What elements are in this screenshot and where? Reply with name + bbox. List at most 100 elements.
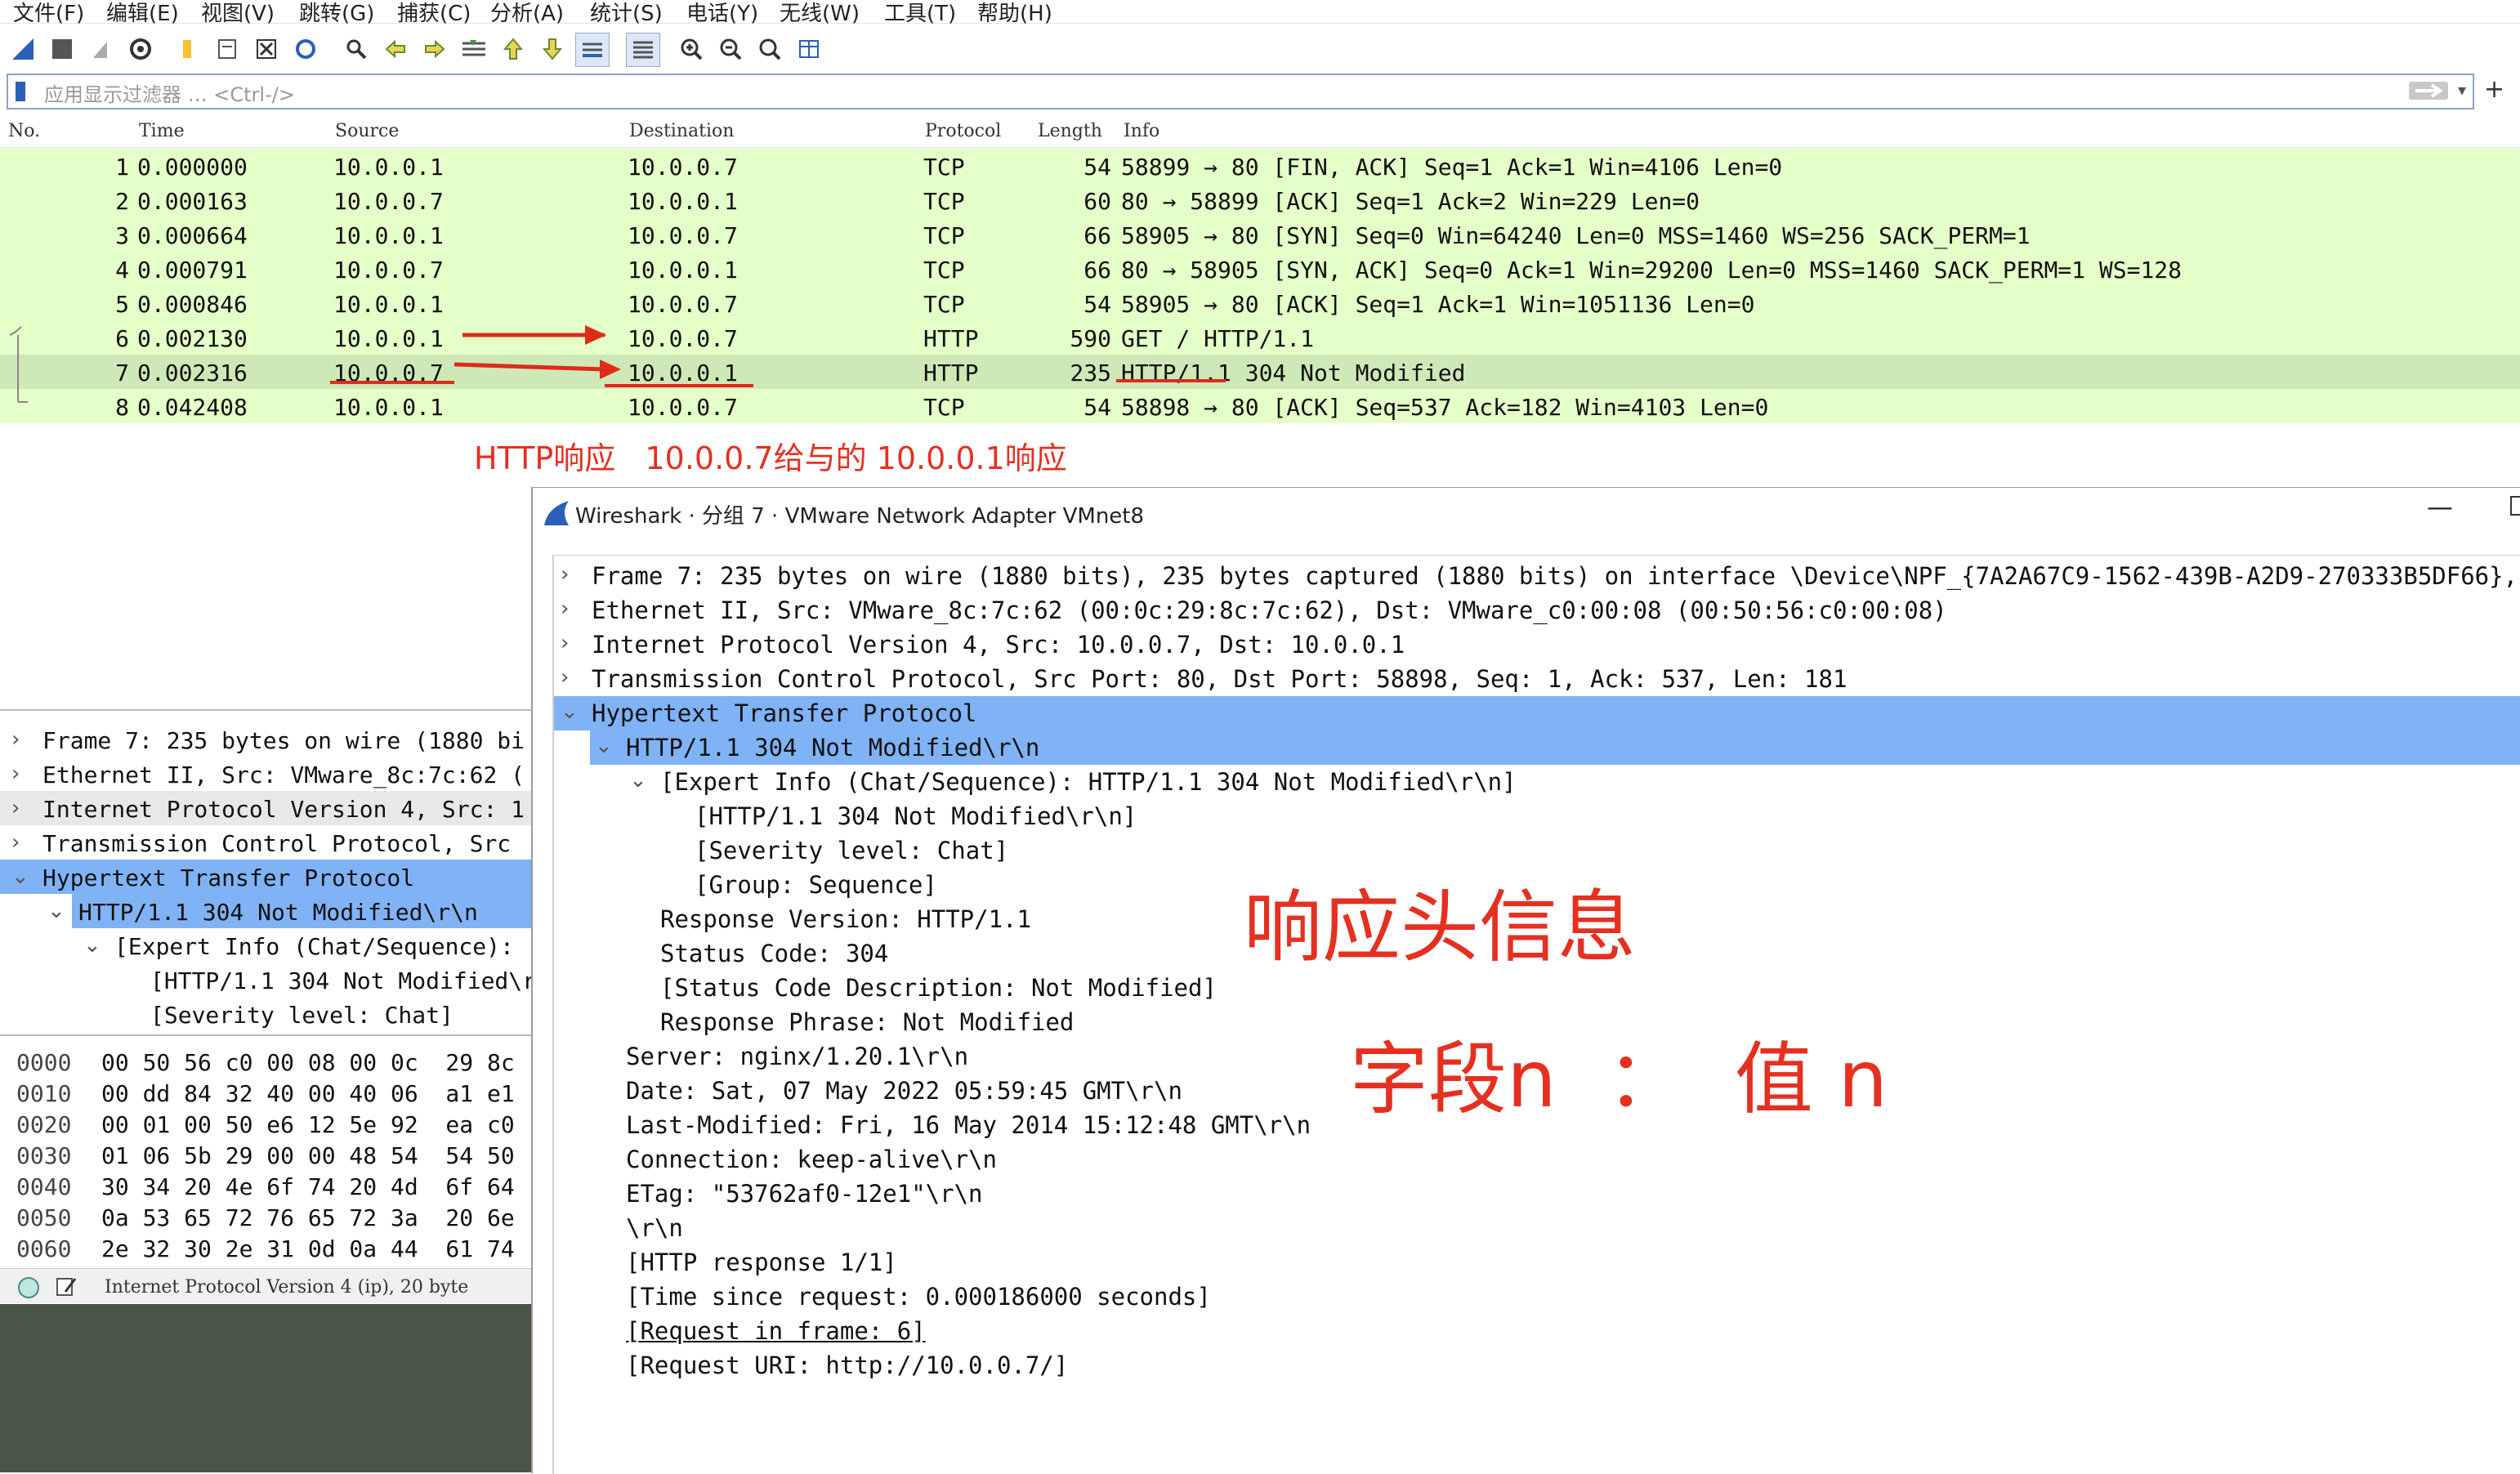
find-packet-icon[interactable] <box>340 33 373 65</box>
detail-row[interactable]: › Transmission Control Protocol, Src Port… <box>554 662 2520 696</box>
go-first-packet-icon[interactable] <box>497 33 529 65</box>
display-filter-input[interactable]: 应用显示过滤器 … <Ctrl-/> <box>44 78 295 107</box>
detail-row[interactable]: ⌄ Hypertext Transfer Protocol <box>0 860 531 894</box>
expand-chevron-icon[interactable]: › <box>11 796 20 820</box>
expand-chevron-icon[interactable]: › <box>11 727 20 752</box>
packet-row[interactable]: 3 0.000664 10.0.0.1 10.0.0.7 TCP 66 58905 → 80… <box>0 217 2520 252</box>
hex-row[interactable]: 0030 01 06 5b 29 00 00 48 54 54 50 <box>0 1141 531 1172</box>
save-file-icon[interactable] <box>211 33 244 65</box>
expand-chevron-icon[interactable]: ⌄ <box>629 768 647 793</box>
open-file-icon[interactable] <box>172 33 204 65</box>
colorize-icon[interactable] <box>626 33 660 67</box>
hex-row[interactable]: 0000 00 50 56 c0 00 08 00 0c 29 8c <box>0 1047 531 1079</box>
packet-row[interactable]: 1 0.000000 10.0.0.1 10.0.0.7 TCP 54 58899 → 80… <box>0 149 2520 183</box>
bookmark-icon[interactable] <box>13 80 29 103</box>
detail-row[interactable]: › Internet Protocol Version 4, Src: 1 <box>0 791 531 825</box>
expand-chevron-icon[interactable]: ⌄ <box>83 933 101 958</box>
restart-capture-icon[interactable] <box>85 33 118 65</box>
go-back-icon[interactable] <box>379 33 412 65</box>
expand-chevron-icon[interactable]: › <box>11 762 20 786</box>
detail-row[interactable]: [Time since request: 0.000186000 seconds… <box>554 1280 2520 1314</box>
close-file-icon[interactable] <box>250 33 283 65</box>
shark-fin-start-icon[interactable] <box>7 33 39 65</box>
packet-time: 0.000791 <box>137 257 248 284</box>
detail-row[interactable]: [Severity level: Chat] <box>0 997 531 1031</box>
expand-chevron-icon[interactable]: ⌄ <box>11 864 29 889</box>
auto-scroll-icon[interactable] <box>575 33 610 67</box>
expand-chevron-icon[interactable]: › <box>561 631 569 655</box>
hex-row[interactable]: 0050 0a 53 65 72 76 65 72 3a 20 6e <box>0 1203 531 1234</box>
detail-row[interactable]: [HTTP/1.1 304 Not Modified\r <box>0 963 531 997</box>
detail-row[interactable]: ⌄ [Expert Info (Chat/Sequence): HTTP/1.1 … <box>554 765 2520 799</box>
detail-row[interactable]: › Internet Protocol Version 4, Src: 10.0.… <box>554 628 2520 662</box>
hex-row[interactable]: 0010 00 dd 84 32 40 00 40 06 a1 e1 <box>0 1079 531 1110</box>
normal-size-icon[interactable] <box>753 33 786 65</box>
packet-no: 3 <box>115 222 129 249</box>
detail-row[interactable]: [Request URI: http://10.0.0.7/] <box>554 1348 2520 1382</box>
expand-chevron-icon[interactable]: › <box>561 596 569 621</box>
filter-dropdown-icon[interactable]: ▾ <box>2458 80 2466 100</box>
packet-row[interactable]: 2 0.000163 10.0.0.7 10.0.0.1 TCP 60 80 → 58899… <box>0 183 2520 217</box>
menu-item[interactable]: 电话(Y) <box>686 0 758 27</box>
col-time[interactable]: Time <box>139 121 185 141</box>
menu-item[interactable]: 视图(V) <box>201 0 275 27</box>
menu-item[interactable]: 工具(T) <box>884 0 956 27</box>
col-no[interactable]: No. <box>8 121 40 141</box>
detail-row[interactable]: ⌄ HTTP/1.1 304 Not Modified\r\n <box>0 894 531 928</box>
detail-row[interactable]: ⌄ Hypertext Transfer Protocol <box>554 696 2520 730</box>
menu-item[interactable]: 文件(F) <box>13 0 84 27</box>
stop-capture-icon[interactable] <box>46 33 78 65</box>
packet-row[interactable]: 4 0.000791 10.0.0.7 10.0.0.1 TCP 66 80 → 58905… <box>0 252 2520 286</box>
request-frame-link[interactable]: [Request in frame: 6] <box>626 1317 926 1345</box>
menu-item[interactable]: 统计(S) <box>590 0 663 27</box>
maximize-button[interactable] <box>2510 496 2520 516</box>
expand-chevron-icon[interactable]: ⌄ <box>47 899 65 923</box>
hex-row[interactable]: 0040 30 34 20 4e 6f 74 20 4d 6f 64 <box>0 1172 531 1203</box>
expand-chevron-icon[interactable]: › <box>561 665 569 690</box>
expand-chevron-icon[interactable]: ⌄ <box>561 699 579 724</box>
resize-columns-icon[interactable] <box>793 33 825 65</box>
detail-row[interactable]: ⌄ HTTP/1.1 304 Not Modified\r\n <box>554 730 2520 765</box>
col-destination[interactable]: Destination <box>629 121 734 141</box>
detail-row[interactable]: Connection: keep-alive\r\n <box>554 1142 2520 1177</box>
detail-row[interactable]: › Ethernet II, Src: VMware_8c:7c:62 (00:0… <box>554 593 2520 628</box>
detail-row[interactable]: \r\n <box>554 1211 2520 1245</box>
zoom-out-icon[interactable] <box>714 33 747 65</box>
menu-item[interactable]: 分析(A) <box>490 0 564 27</box>
edit-comment-icon[interactable] <box>54 1274 78 1298</box>
reload-icon[interactable] <box>289 33 322 65</box>
detail-row[interactable]: › Frame 7: 235 bytes on wire (1880 bi <box>0 722 531 757</box>
expand-chevron-icon[interactable]: › <box>561 562 569 587</box>
menu-item[interactable]: 跳转(G) <box>299 0 374 27</box>
detail-row[interactable]: › Ethernet II, Src: VMware_8c:7c:62 ( <box>0 757 531 791</box>
go-to-packet-icon[interactable] <box>458 33 490 65</box>
detail-row[interactable]: › Frame 7: 235 bytes on wire (1880 bits),… <box>554 559 2520 593</box>
menu-item[interactable]: 无线(W) <box>780 0 860 27</box>
detail-row[interactable]: [HTTP response 1/1] <box>554 1245 2520 1280</box>
detail-row[interactable]: ⌄ [Expert Info (Chat/Sequence): <box>0 928 531 963</box>
col-source[interactable]: Source <box>335 121 399 141</box>
hex-row[interactable]: 0020 00 01 00 50 e6 12 5e 92 ea c0 <box>0 1110 531 1141</box>
hex-row[interactable]: 0060 2e 32 30 2e 31 0d 0a 44 61 74 <box>0 1234 531 1265</box>
menu-item[interactable]: 编辑(E) <box>106 0 179 27</box>
detail-row[interactable]: › Transmission Control Protocol, Src <box>0 825 531 860</box>
go-last-packet-icon[interactable] <box>536 33 569 65</box>
capture-status-icon[interactable] <box>16 1275 41 1300</box>
expand-chevron-icon[interactable]: › <box>11 830 20 855</box>
detail-row[interactable]: [Request in frame: 6] <box>554 1314 2520 1348</box>
col-length[interactable]: Length <box>1038 121 1102 141</box>
menu-item[interactable]: 帮助(H) <box>977 0 1052 27</box>
col-protocol[interactable]: Protocol <box>925 121 1001 141</box>
menu-item[interactable]: 捕获(C) <box>397 0 471 27</box>
zoom-in-icon[interactable] <box>675 33 708 65</box>
add-filter-icon[interactable]: + <box>2484 75 2504 104</box>
detail-row[interactable]: [Severity level: Chat] <box>554 833 2520 868</box>
apply-filter-icon[interactable] <box>2409 82 2448 100</box>
capture-options-icon[interactable] <box>124 33 157 65</box>
detail-row[interactable]: ETag: "53762af0-12e1"\r\n <box>554 1177 2520 1211</box>
expand-chevron-icon[interactable]: ⌄ <box>595 734 613 758</box>
minimize-button[interactable]: — <box>2427 491 2453 522</box>
col-info[interactable]: Info <box>1124 121 1159 141</box>
detail-row[interactable]: [HTTP/1.1 304 Not Modified\r\n] <box>554 799 2520 833</box>
go-forward-icon[interactable] <box>418 33 451 65</box>
